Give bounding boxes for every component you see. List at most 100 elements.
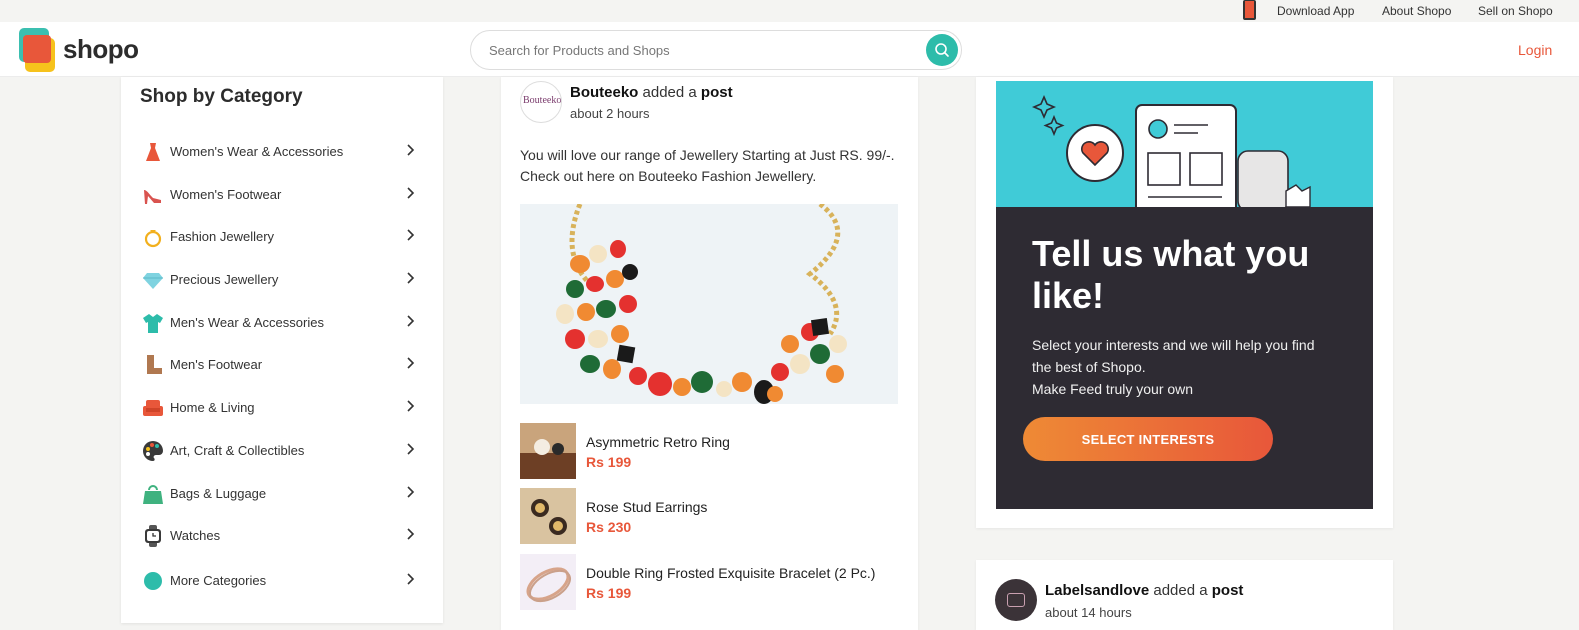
palette-icon (143, 441, 163, 461)
post-action-text: added a (638, 84, 701, 101)
sofa-icon (143, 400, 163, 416)
post-header: Labelsandlove added a post (1045, 582, 1243, 599)
product-thumbnail (520, 554, 576, 610)
product-item[interactable]: Asymmetric Retro Ring Rs 199 (520, 423, 900, 479)
category-sidebar: Shop by Category Women's Wear & Accessor… (121, 77, 443, 623)
product-item[interactable]: Rose Stud Earrings Rs 230 (520, 488, 900, 544)
post-hero-image[interactable] (520, 204, 898, 404)
category-label: Men's Wear & Accessories (170, 315, 324, 330)
chevron-right-icon (407, 528, 415, 540)
shop-avatar[interactable] (995, 579, 1037, 621)
category-label: Home & Living (170, 400, 255, 415)
promo-body: Select your interests and we will help y… (1032, 334, 1332, 400)
promo-heading: Tell us what you like! (1032, 233, 1310, 316)
category-item-precious-jewellery[interactable]: Precious Jewellery (140, 265, 423, 295)
search-icon (935, 43, 949, 57)
watch-icon (145, 525, 161, 547)
category-label: Fashion Jewellery (170, 229, 275, 244)
product-price: Rs 199 (586, 454, 632, 470)
circle-icon (144, 572, 162, 590)
category-label: Women's Footwear (170, 187, 282, 202)
chevron-right-icon (407, 315, 415, 327)
category-label: Men's Footwear (170, 357, 263, 372)
shopo-logo[interactable]: shopo (19, 28, 144, 74)
select-interests-button[interactable]: SELECT INTERESTS (1023, 417, 1273, 461)
category-label: Watches (170, 528, 221, 543)
chevron-right-icon (407, 486, 415, 498)
sell-on-shopo-link[interactable]: Sell on Shopo (1478, 4, 1553, 18)
post-header: Bouteeko added a post (570, 84, 733, 101)
category-label: Bags & Luggage (170, 486, 267, 501)
mobile-phone-icon (1243, 0, 1256, 20)
post-type-link[interactable]: post (701, 84, 733, 101)
feed-post-card-2: Labelsandlove added a post about 14 hour… (976, 560, 1393, 630)
chevron-right-icon (407, 229, 415, 241)
category-sidebar-title: Shop by Category (140, 86, 303, 107)
promo-illustration (996, 81, 1373, 207)
profile-card-illustration (1031, 94, 1311, 207)
login-link[interactable]: Login (1518, 42, 1552, 58)
chevron-right-icon (407, 187, 415, 199)
about-shopo-link[interactable]: About Shopo (1382, 4, 1451, 18)
category-label: Art, Craft & Collectibles (170, 443, 305, 458)
shop-avatar-wordmark: Bouteeko (523, 95, 562, 106)
shirt-icon (143, 314, 163, 333)
category-item-home-living[interactable]: Home & Living (140, 393, 423, 423)
post-timestamp: about 14 hours (1045, 605, 1132, 620)
category-item-mens-footwear[interactable]: Men's Footwear (140, 350, 423, 380)
product-price: Rs 230 (586, 519, 632, 535)
search-button[interactable] (926, 34, 958, 66)
boot-icon (147, 355, 162, 374)
site-header: shopo Login (0, 22, 1579, 77)
promo-body-line1: Select your interests and we will help y… (1032, 337, 1315, 375)
feed-post-card: Bouteeko Bouteeko added a post about 2 h… (501, 77, 918, 630)
avatar-emblem (1007, 593, 1025, 607)
product-thumbnail (520, 488, 576, 544)
category-label: More Categories (170, 573, 267, 588)
heel-icon (144, 190, 161, 204)
product-name: Double Ring Frosted Exquisite Bracelet (… (586, 565, 876, 581)
product-name: Rose Stud Earrings (586, 499, 708, 515)
product-thumbnail (520, 423, 576, 479)
post-author-link[interactable]: Labelsandlove (1045, 582, 1149, 599)
category-label: Precious Jewellery (170, 272, 279, 287)
product-price: Rs 199 (586, 585, 632, 601)
category-item-womens-footwear[interactable]: Women's Footwear (140, 180, 423, 210)
post-body-text: You will love our range of Jewellery Sta… (520, 147, 895, 184)
chevron-right-icon (407, 272, 415, 284)
search-bar (470, 30, 962, 70)
download-app-link[interactable]: Download App (1277, 4, 1354, 18)
product-item[interactable]: Double Ring Frosted Exquisite Bracelet (… (520, 554, 900, 610)
post-timestamp: about 2 hours (570, 106, 650, 121)
post-author-link[interactable]: Bouteeko (570, 84, 638, 101)
category-item-mens-wear[interactable]: Men's Wear & Accessories (140, 308, 423, 338)
chevron-right-icon (407, 443, 415, 455)
post-type-link[interactable]: post (1212, 582, 1244, 599)
chevron-right-icon (407, 573, 415, 585)
category-item-watches[interactable]: Watches (140, 521, 423, 551)
category-item-womens-wear[interactable]: Women's Wear & Accessories (140, 137, 423, 167)
promo-body-line2: Make Feed truly your own (1032, 381, 1194, 397)
logo-wordmark: shopo (63, 34, 139, 64)
chevron-right-icon (407, 400, 415, 412)
post-action-text: added a (1149, 582, 1212, 599)
top-utility-bar: Download App About Shopo Sell on Shopo (0, 0, 1579, 22)
product-name: Asymmetric Retro Ring (586, 434, 730, 450)
chevron-right-icon (407, 144, 415, 156)
dress-icon (146, 143, 160, 161)
category-item-bags-luggage[interactable]: Bags & Luggage (140, 479, 423, 509)
promo-content: Tell us what you like! Select your inter… (996, 207, 1373, 509)
logo-mark-red (23, 35, 51, 63)
ring-icon (144, 230, 162, 248)
diamond-icon (143, 273, 163, 289)
category-item-fashion-jewellery[interactable]: Fashion Jewellery (140, 222, 423, 252)
interests-promo-card: Tell us what you like! Select your inter… (976, 77, 1393, 528)
category-label: Women's Wear & Accessories (170, 144, 344, 159)
category-item-more[interactable]: More Categories (140, 566, 423, 596)
bag-icon (143, 485, 163, 504)
shop-avatar[interactable]: Bouteeko (520, 81, 562, 123)
search-input[interactable] (489, 40, 909, 60)
category-item-art-craft[interactable]: Art, Craft & Collectibles (140, 436, 423, 466)
necklace-image (520, 204, 898, 404)
chevron-right-icon (407, 357, 415, 369)
